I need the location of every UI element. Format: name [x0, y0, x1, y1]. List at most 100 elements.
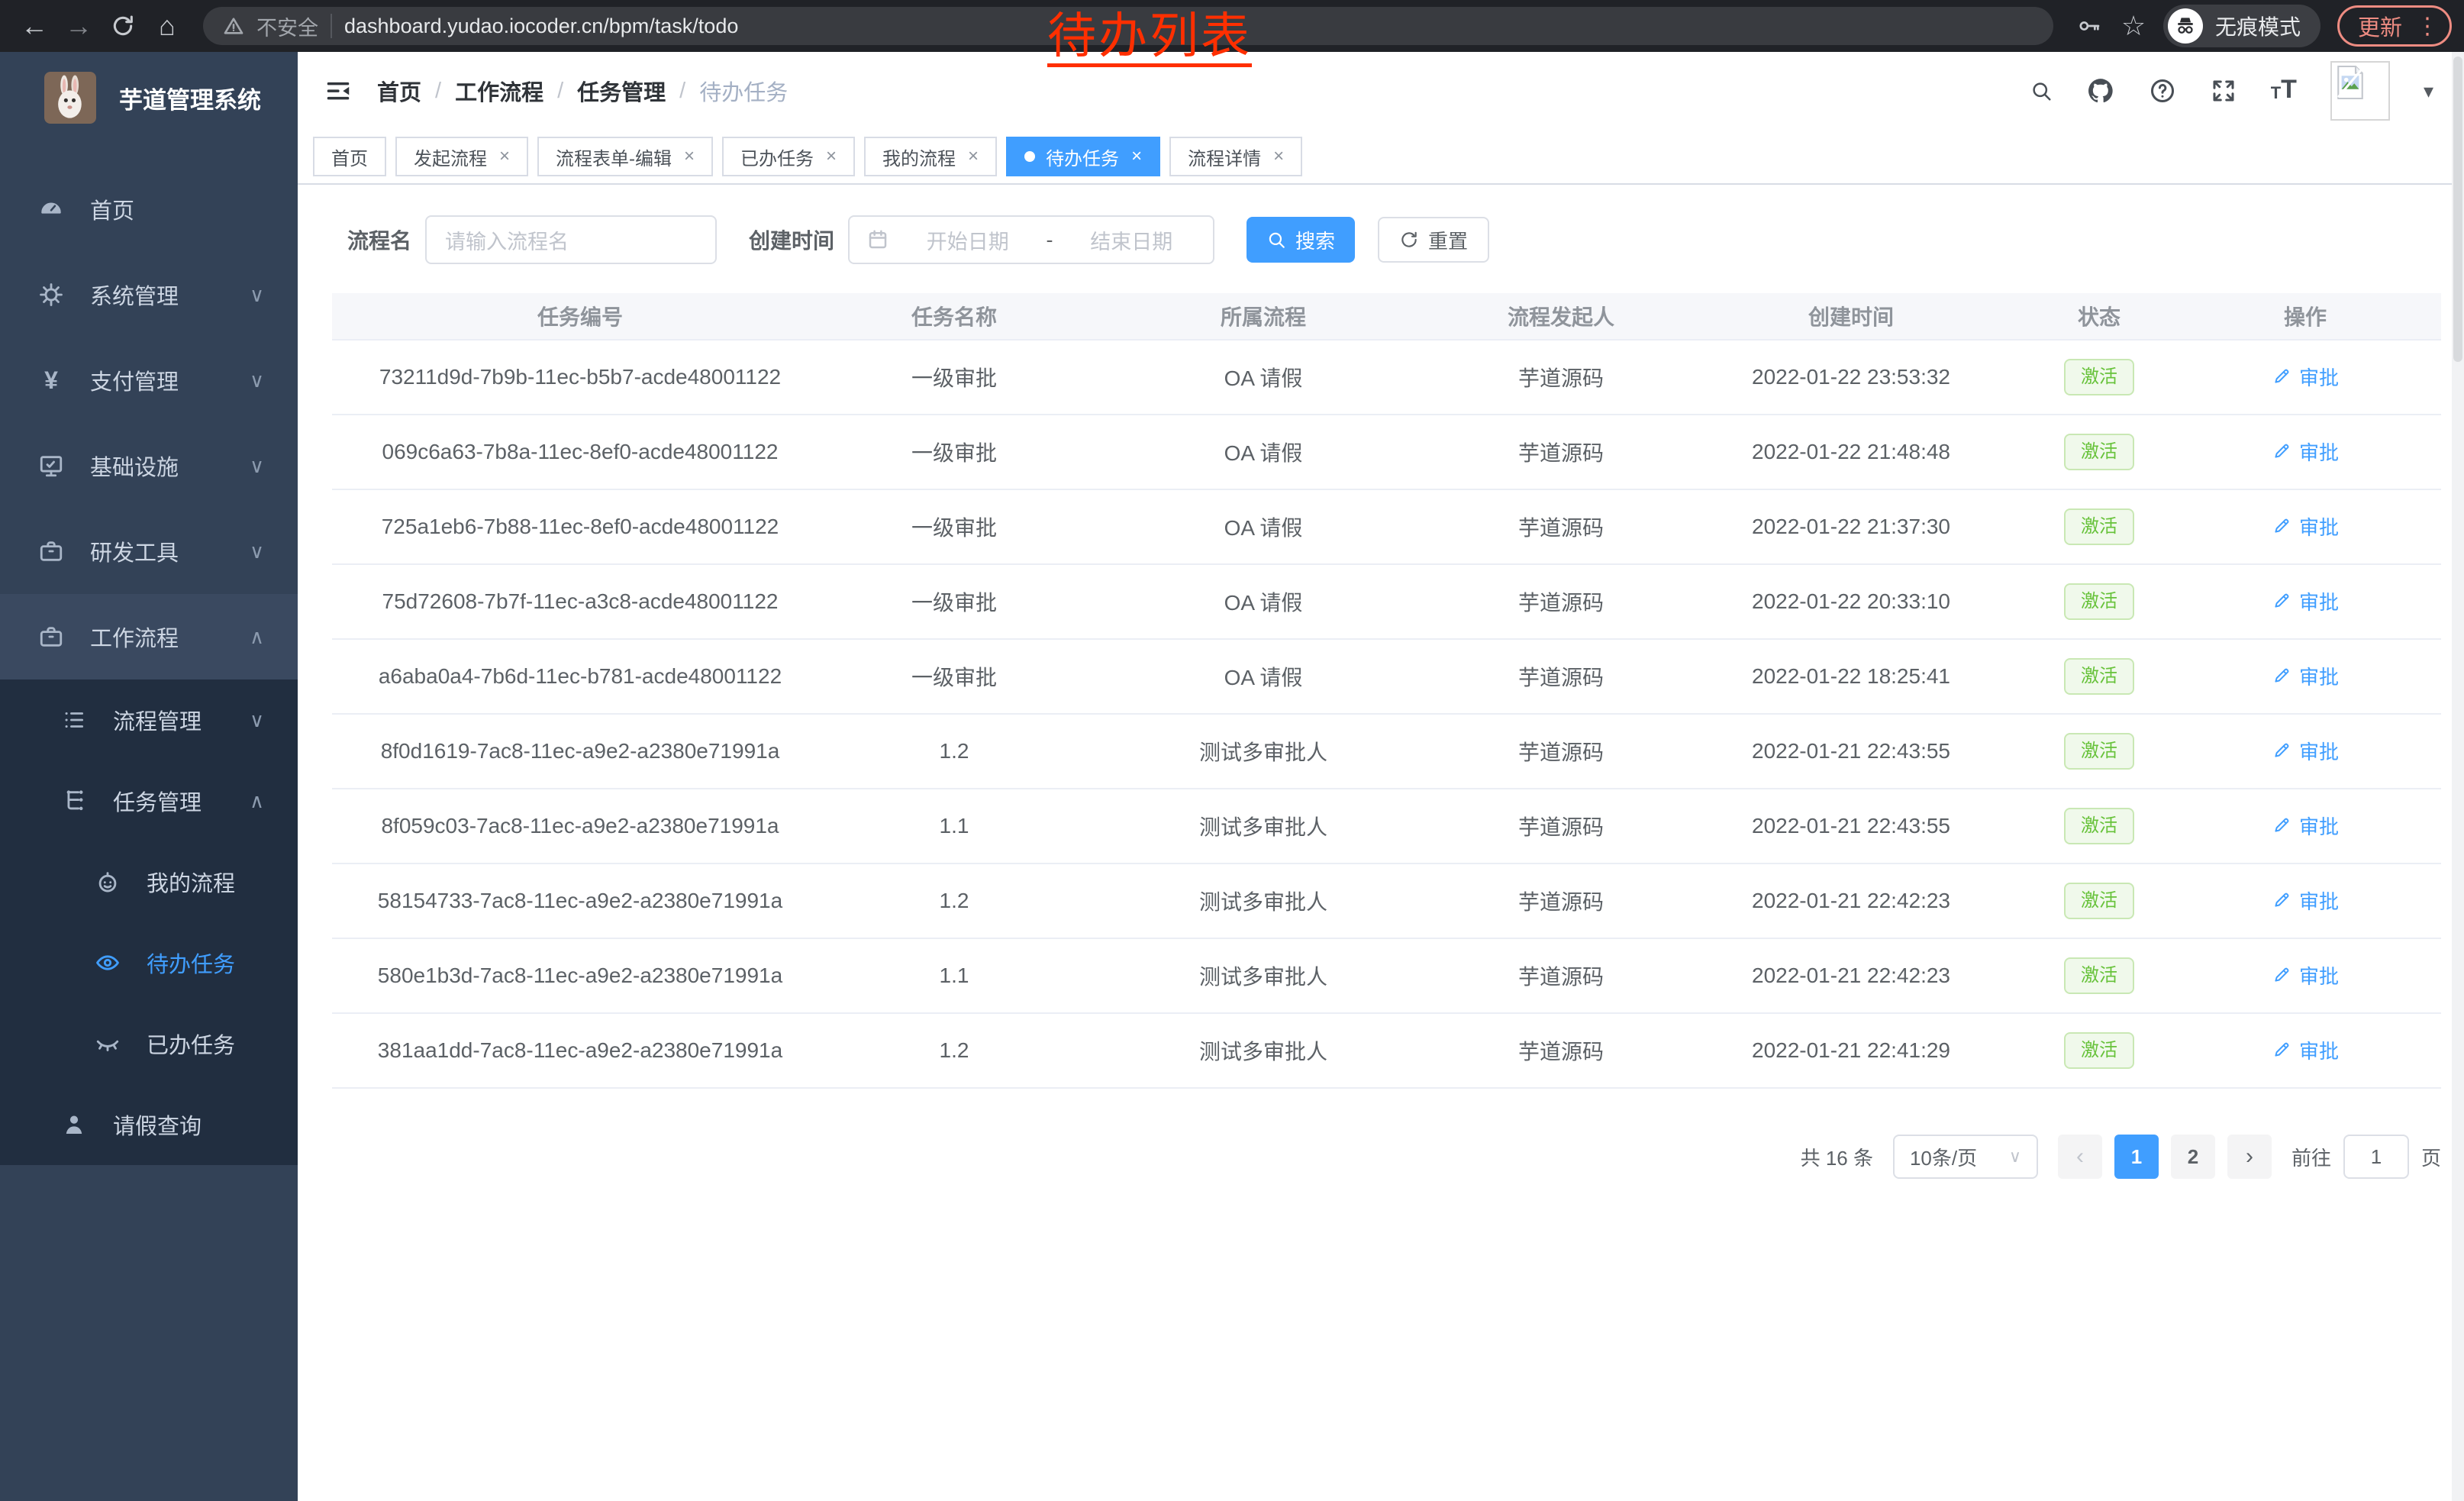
search-icon[interactable]: [2030, 79, 2053, 102]
sidebar-item-研发工具[interactable]: 研发工具∨: [0, 508, 298, 594]
sidebar-logo-row[interactable]: 芋道管理系统: [0, 52, 298, 144]
search-button[interactable]: 搜索: [1247, 217, 1355, 263]
process-name-placeholder: 请输入流程名: [445, 225, 569, 255]
cell-initiator: 芋道源码: [1446, 960, 1675, 991]
scrollbar[interactable]: [2452, 52, 2464, 1501]
page-size-select[interactable]: 10条/页 ∨: [1893, 1135, 2038, 1179]
approve-link[interactable]: 审批: [2272, 587, 2339, 615]
approve-link[interactable]: 审批: [2272, 512, 2339, 541]
table-row: 73211d9d-7b9b-11ec-b5b7-acde48001122一级审批…: [332, 341, 2441, 415]
breadcrumb-item[interactable]: 任务管理: [577, 75, 666, 107]
yen-icon: ¥: [34, 368, 69, 392]
status-badge: 激活: [2064, 359, 2134, 396]
tab-待办任务[interactable]: 待办任务×: [1006, 137, 1160, 176]
content: 流程名 请输入流程名 创建时间 开始日期 - 结束日期 搜索: [298, 185, 2464, 1501]
chevron-down-icon: ∨: [250, 540, 264, 563]
close-icon[interactable]: ×: [684, 146, 695, 167]
tab-label: 首页: [331, 144, 368, 170]
reload-icon[interactable]: [101, 4, 145, 48]
approve-link[interactable]: 审批: [2272, 437, 2339, 466]
forward-arrow-icon[interactable]: →: [56, 4, 101, 48]
fullscreen-icon[interactable]: [2210, 77, 2237, 105]
reset-button[interactable]: 重置: [1378, 217, 1489, 263]
sidebar-item-任务管理[interactable]: 任务管理∧: [0, 760, 298, 841]
page-button-2[interactable]: 2: [2171, 1135, 2215, 1179]
approve-link[interactable]: 审批: [2272, 1036, 2339, 1064]
prev-page-button[interactable]: ‹: [2058, 1135, 2102, 1179]
sidebar-item-待办任务[interactable]: 待办任务: [0, 922, 298, 1003]
close-icon[interactable]: ×: [499, 146, 510, 167]
next-page-button[interactable]: ›: [2227, 1135, 2272, 1179]
help-icon[interactable]: [2149, 77, 2176, 105]
chevron-up-icon: ∧: [250, 789, 264, 813]
cell-process: OA 请假: [1080, 661, 1446, 692]
tab-我的流程[interactable]: 我的流程 ×: [864, 137, 997, 176]
tab-已办任务[interactable]: 已办任务×: [722, 137, 855, 176]
approve-link-label: 审批: [2299, 961, 2339, 989]
breadcrumb-item[interactable]: 首页: [377, 75, 421, 107]
process-name-input[interactable]: 请输入流程名: [425, 215, 717, 264]
sidebar-fold-icon[interactable]: [324, 76, 353, 105]
kebab-menu-icon[interactable]: ⋮: [2416, 13, 2439, 40]
sidebar-item-已办任务[interactable]: 已办任务: [0, 1003, 298, 1084]
avatar[interactable]: [2330, 61, 2390, 121]
tab-流程表单-编辑[interactable]: 流程表单-编辑×: [537, 137, 713, 176]
fontsize-icon[interactable]: TT: [2271, 79, 2297, 103]
cell-id: 8f059c03-7ac8-11ec-a9e2-a2380e71991a: [332, 814, 828, 838]
approve-link[interactable]: 审批: [2272, 886, 2339, 915]
column-header-状态: 状态: [2027, 301, 2172, 331]
briefcase-icon: [34, 624, 69, 650]
approve-link[interactable]: 审批: [2272, 737, 2339, 765]
scrollbar-thumb[interactable]: [2453, 56, 2462, 362]
approve-link-label: 审批: [2299, 662, 2339, 690]
caret-down-icon[interactable]: ▾: [2424, 79, 2433, 103]
chevron-down-icon: ∨: [250, 283, 264, 307]
key-icon[interactable]: [2067, 4, 2111, 48]
status-badge: 激活: [2064, 658, 2134, 696]
update-button[interactable]: 更新 ⋮: [2337, 5, 2452, 47]
close-icon[interactable]: ×: [968, 146, 979, 167]
header-actions: TT ▾: [2030, 61, 2433, 121]
close-icon[interactable]: ×: [826, 146, 837, 167]
sidebar-item-我的流程[interactable]: 我的流程: [0, 841, 298, 922]
page-button-1[interactable]: 1: [2114, 1135, 2159, 1179]
warning-icon: [223, 15, 244, 37]
sidebar-item-系统管理[interactable]: 系统管理∨: [0, 252, 298, 337]
close-icon[interactable]: ×: [1131, 146, 1142, 167]
date-range-picker[interactable]: 开始日期 - 结束日期: [848, 215, 1214, 264]
close-icon[interactable]: ×: [1273, 146, 1284, 167]
cell-initiator: 芋道源码: [1446, 811, 1675, 841]
cell-process: OA 请假: [1080, 512, 1446, 542]
tab-首页[interactable]: 首页: [313, 137, 386, 176]
approve-link[interactable]: 审批: [2272, 961, 2339, 989]
back-arrow-icon[interactable]: ←: [12, 4, 56, 48]
github-icon[interactable]: [2086, 76, 2115, 105]
cell-process: 测试多审批人: [1080, 736, 1446, 767]
column-header-任务编号: 任务编号: [332, 301, 828, 331]
goto-page-input[interactable]: 1: [2343, 1135, 2409, 1179]
home-icon[interactable]: ⌂: [145, 4, 189, 48]
star-icon[interactable]: ☆: [2111, 4, 2156, 48]
breadcrumb-item[interactable]: 工作流程: [455, 75, 543, 107]
approve-link[interactable]: 审批: [2272, 363, 2339, 391]
tab-流程详情[interactable]: 流程详情×: [1169, 137, 1302, 176]
tab-label: 我的流程: [882, 144, 956, 170]
cell-name: 1.1: [828, 814, 1080, 838]
goto-label: 前往: [2291, 1143, 2331, 1171]
sidebar-item-首页[interactable]: 首页: [0, 166, 298, 252]
sidebar-item-请假查询[interactable]: 请假查询: [0, 1084, 298, 1165]
approve-link[interactable]: 审批: [2272, 662, 2339, 690]
chevron-up-icon: ∧: [250, 625, 264, 649]
sidebar-item-流程管理[interactable]: 流程管理∨: [0, 679, 298, 760]
tab-发起流程[interactable]: 发起流程×: [395, 137, 528, 176]
sidebar-item-工作流程[interactable]: 工作流程∧: [0, 594, 298, 679]
sidebar-item-label: 支付管理: [90, 364, 179, 396]
divider: [331, 14, 332, 38]
sidebar-item-支付管理[interactable]: ¥支付管理∨: [0, 337, 298, 423]
approve-link[interactable]: 审批: [2272, 812, 2339, 840]
monitor-icon: [34, 453, 69, 479]
approve-link-label: 审批: [2299, 737, 2339, 765]
sidebar-item-基础设施[interactable]: 基础设施∨: [0, 423, 298, 508]
sidebar-menu: 首页系统管理∨ ¥ 支付管理 ∨ 基础设施∨研发工具∨工作流程∧流程管理∨任务管理∧我的…: [0, 166, 298, 1165]
approve-link-label: 审批: [2299, 812, 2339, 840]
